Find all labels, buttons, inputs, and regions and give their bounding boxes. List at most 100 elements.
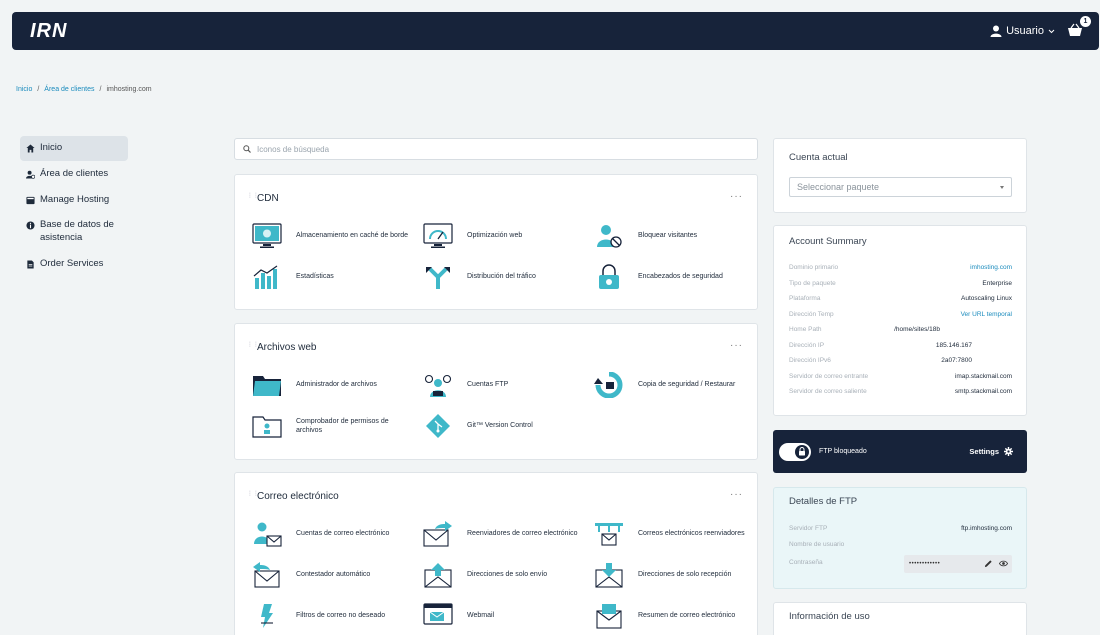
package-select-value: Seleccionar paquete <box>797 182 880 192</box>
backup-icon <box>594 372 623 398</box>
tile-contestador-automatico[interactable]: Contestador automático <box>252 562 412 588</box>
toggle-knob <box>795 444 809 459</box>
tile-label: Resumen de correo electrónico <box>638 612 736 620</box>
ftp-settings-button[interactable]: Settings <box>969 447 1013 456</box>
sidebar-item-label: Inicio <box>40 142 63 153</box>
tile-cuentas-ftp[interactable]: Cuentas FTP <box>423 372 583 398</box>
drag-handle-icon[interactable]: ⋮⋮ <box>247 491 259 501</box>
ftp-password-value: •••••••••••• <box>909 561 941 567</box>
tile-encabezados-seguridad[interactable]: Encabezados de seguridad <box>594 264 754 290</box>
tile-bloquear-visitantes[interactable]: Bloquear visitantes <box>594 223 754 249</box>
breadcrumb-home-link[interactable]: Inicio <box>16 86 32 93</box>
tile-correos-reenviadores[interactable]: Correos electrónicos reenviadores <box>594 521 754 547</box>
card-title: Cuenta actual <box>789 152 848 163</box>
ftp-lock-label: FTP bloqueado <box>819 448 867 455</box>
tile-label: Filtros de correo no deseado <box>296 612 386 620</box>
ftp-password-key: Contraseña <box>789 559 823 566</box>
traffic-split-icon <box>426 267 450 289</box>
cart-count-badge: 1 <box>1080 16 1091 27</box>
tile-direcciones-solo-recepcion[interactable]: Direcciones de solo recepción <box>594 562 754 588</box>
summary-key: Servidor de correo saliente <box>789 388 867 395</box>
tile-label: Administrador de archivos <box>296 381 377 389</box>
sidebar-item-area-clientes[interactable]: Área de clientes <box>20 162 128 187</box>
eye-icon[interactable] <box>999 559 1008 568</box>
spam-filter-icon <box>261 604 273 628</box>
tile-optimizacion-web[interactable]: Optimización web <box>423 223 583 249</box>
info-icon <box>26 221 35 230</box>
tile-label: Correos electrónicos reenviadores <box>638 530 745 538</box>
panel-title: Archivos web <box>257 342 317 353</box>
lock-icon <box>599 264 619 289</box>
ftp-details-card: Detalles de FTP Servidor FTP ftp.imhosti… <box>773 487 1027 589</box>
tile-git-version-control[interactable]: Git™ Version Control <box>423 413 583 439</box>
more-options-icon[interactable]: ··· <box>730 340 743 351</box>
summary-row: Servidor de correo saliente smtp.stackma… <box>789 388 1012 395</box>
more-options-icon[interactable]: ··· <box>730 489 743 500</box>
ftp-lock-toggle[interactable] <box>779 442 811 461</box>
more-options-icon[interactable]: ··· <box>730 191 743 202</box>
chevron-down-icon <box>1048 29 1055 33</box>
usage-info-card: Información de uso <box>773 602 1027 635</box>
ftp-password-field[interactable]: •••••••••••• <box>904 555 1012 573</box>
tile-label: Direcciones de solo envío <box>467 571 548 579</box>
panel-title: CDN <box>257 193 279 204</box>
ftp-username-row: Nombre de usuario <box>789 541 1012 548</box>
user-menu[interactable]: Usuario <box>990 25 1055 37</box>
breadcrumb-separator: / <box>99 86 102 93</box>
ftp-users-icon <box>424 374 452 397</box>
tile-resumen-correo[interactable]: Resumen de correo electrónico <box>594 603 754 629</box>
tile-label: Distribución del tráfico <box>467 273 536 281</box>
sidebar-item-base-datos-asistencia[interactable]: Base de datos de asistencia <box>20 213 128 251</box>
tile-direcciones-solo-envio[interactable]: Direcciones de solo envío <box>423 562 583 588</box>
sidebar-item-inicio[interactable]: Inicio <box>20 136 128 161</box>
home-icon <box>26 144 35 153</box>
breadcrumb-separator: / <box>37 86 40 93</box>
tile-cuentas-correo[interactable]: Cuentas de correo electrónico <box>252 521 412 547</box>
block-user-icon <box>597 225 622 248</box>
breadcrumb-clients-link[interactable]: Área de clientes <box>44 86 94 93</box>
caret-down-icon <box>1000 186 1004 189</box>
summary-row: Servidor de correo entrante imap.stackma… <box>789 373 1012 380</box>
tile-estadisticas[interactable]: Estadísticas <box>252 264 412 290</box>
mail-forward-icon <box>423 521 452 547</box>
summary-value: /home/sites/18b <box>894 326 940 333</box>
sidebar-item-order-services[interactable]: Order Services <box>20 252 128 277</box>
search-input[interactable] <box>257 144 737 154</box>
summary-key: Home Path <box>789 326 822 333</box>
tile-reenviadores-correo[interactable]: Reenviadores de correo electrónico <box>423 521 583 547</box>
monitor-icon <box>252 223 282 248</box>
drag-handle-icon[interactable]: ⋮⋮ <box>247 193 259 203</box>
mail-receive-icon <box>595 563 623 588</box>
cart-button[interactable]: 1 <box>1067 16 1091 39</box>
package-select[interactable]: Seleccionar paquete <box>789 177 1012 197</box>
user-icon <box>990 25 1002 37</box>
summary-row: Dominio primario imhosting.com <box>789 264 1012 271</box>
pencil-icon[interactable] <box>984 559 993 568</box>
drag-handle-icon[interactable]: ⋮⋮ <box>247 342 259 352</box>
primary-domain-link[interactable]: imhosting.com <box>970 264 1012 271</box>
tile-distribucion-trafico[interactable]: Distribución del tráfico <box>423 264 583 290</box>
summary-row: Plataforma Autoscaling Linux <box>789 295 1012 302</box>
sidebar-item-manage-hosting[interactable]: Manage Hosting <box>20 188 128 213</box>
mail-summary-icon <box>596 604 622 629</box>
summary-key: Dominio primario <box>789 264 839 271</box>
tile-label: Copia de seguridad / Restaurar <box>638 381 736 389</box>
temp-url-link[interactable]: Ver URL temporal <box>961 311 1012 318</box>
tile-filtros-correo-no-deseado[interactable]: Filtros de correo no deseado <box>252 603 412 629</box>
tile-webmail[interactable]: Webmail <box>423 603 583 629</box>
summary-value: 2a07:7800 <box>941 357 972 364</box>
tile-administrador-archivos[interactable]: Administrador de archivos <box>252 372 412 398</box>
summary-value: Autoscaling Linux <box>961 295 1012 302</box>
tile-comprobador-permisos[interactable]: Comprobador de permisos de archivos <box>252 413 412 439</box>
summary-value: imap.stackmail.com <box>954 372 1012 380</box>
brand-logo[interactable]: IRN <box>30 20 67 43</box>
tile-label: Reenviadores de correo electrónico <box>467 530 578 538</box>
tile-label: Comprobador de permisos de archivos <box>296 417 389 434</box>
tile-copia-seguridad[interactable]: Copia de seguridad / Restaurar <box>594 372 754 398</box>
summary-key: Servidor de correo entrante <box>789 372 869 380</box>
summary-value: Enterprise <box>982 279 1012 287</box>
settings-label: Settings <box>969 447 999 456</box>
tile-almacenamiento-cache[interactable]: Almacenamiento en caché de borde <box>252 223 412 249</box>
sidebar-item-label: Manage Hosting <box>40 193 110 205</box>
summary-row: Dirección Temp Ver URL temporal <box>789 311 1012 318</box>
